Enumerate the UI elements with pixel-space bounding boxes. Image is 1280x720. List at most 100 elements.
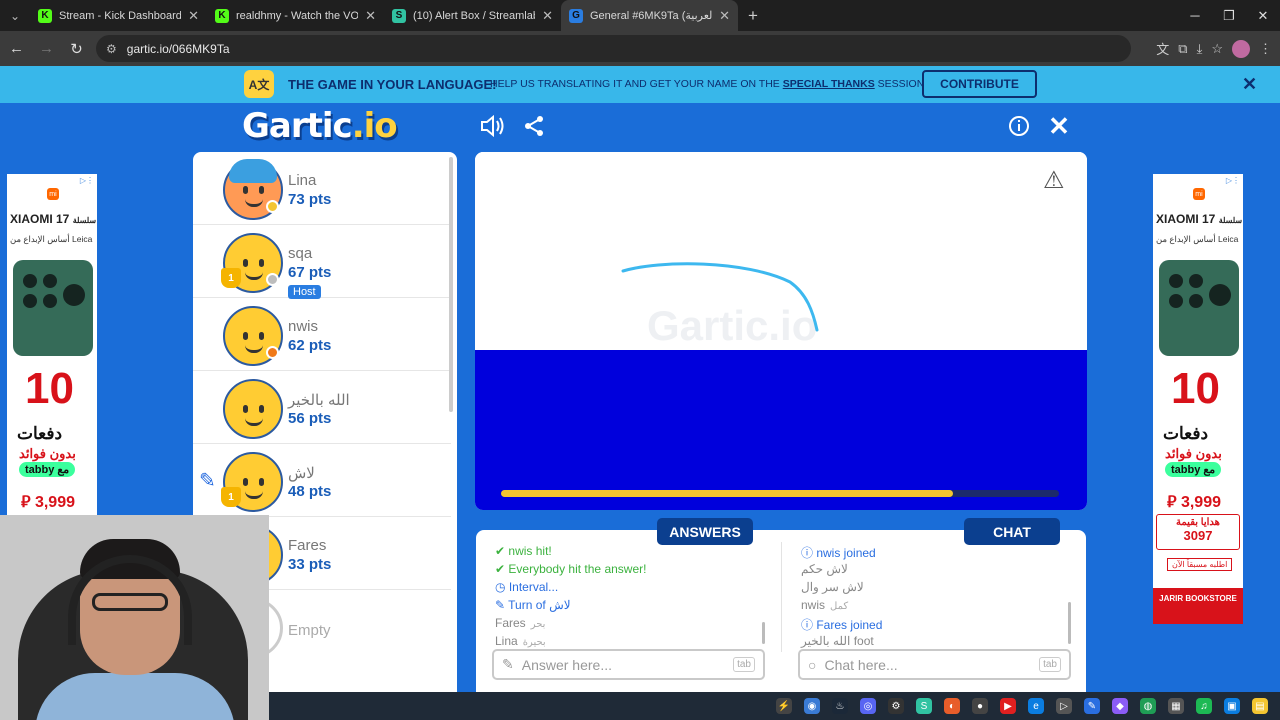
banner-text: HELP US TRANSLATING IT AND GET YOUR NAME…	[490, 78, 925, 90]
restore-icon[interactable]: ❐	[1212, 0, 1246, 31]
bookmark-star-icon[interactable]: ☆	[1211, 41, 1223, 57]
player-name: لاش	[288, 465, 315, 482]
window-controls: ─ ❐ ✕	[1178, 0, 1280, 31]
player-name: Lina	[288, 172, 317, 189]
taskbar-app-icon[interactable]: ⚡	[776, 698, 792, 714]
tab-close-icon[interactable]: ✕	[188, 8, 199, 24]
kick-icon: K	[38, 8, 52, 23]
message-extra: بحيرة	[522, 637, 546, 648]
contribute-button[interactable]: CONTRIBUTE	[922, 70, 1037, 98]
answers-message: ◷ Interval...	[495, 580, 558, 594]
player-row[interactable]: الله بالخير 56 pts	[193, 371, 451, 444]
taskbar-app-icon[interactable]: ✎	[1084, 698, 1100, 714]
media-player-icon[interactable]: ▷	[1056, 698, 1072, 714]
tab-close-icon[interactable]: ✕	[542, 8, 553, 24]
download-icon[interactable]: ⤓	[1197, 41, 1203, 57]
site-info-icon[interactable]: ⚙	[106, 42, 117, 56]
tab-close-icon[interactable]: ✕	[365, 8, 376, 24]
browser-tab[interactable]: G General #6MK9Ta (العربية) - Gartic.io ✕	[561, 0, 738, 31]
browser-tab-strip: ⌄ K Stream - Kick Dashboard ✕ Krealdhmy - W…	[0, 0, 1280, 31]
message-extra: بحر	[530, 619, 546, 630]
reload-icon[interactable]: ↻	[63, 40, 90, 58]
answers-scrollbar[interactable]	[762, 622, 765, 644]
player-points: 48 pts	[288, 483, 332, 500]
pencil-icon: ✎	[502, 656, 514, 672]
player-row[interactable]: nwis 62 pts	[193, 298, 451, 371]
chat-scrollbar[interactable]	[1068, 602, 1071, 644]
exit-game-icon[interactable]: ✕	[1045, 111, 1073, 141]
ad-choices-icon[interactable]: ▷⋮	[1226, 176, 1240, 185]
player-points: 73 pts	[288, 191, 332, 208]
round-timer-bar	[501, 490, 1059, 497]
player-points: 33 pts	[288, 556, 332, 573]
check-icon: ✔	[495, 562, 509, 576]
browser-tab[interactable]: Krealdhmy - Watch the VOD on Kick ✕	[207, 0, 384, 31]
cast-icon[interactable]: ⧉	[1178, 41, 1187, 57]
file-explorer-icon[interactable]: ▤	[1252, 698, 1268, 714]
avatar-eye	[243, 186, 248, 194]
ad-price: ⃁ 3,999	[21, 494, 75, 511]
ad-no-interest: بدون فوائد	[1165, 446, 1222, 461]
settings-icon[interactable]: ⚙	[888, 698, 904, 714]
edge-icon[interactable]: e	[1028, 698, 1044, 714]
player-points: 62 pts	[288, 337, 332, 354]
minimize-icon[interactable]: ─	[1178, 0, 1212, 31]
chat-input[interactable]	[824, 656, 1032, 673]
chrome-icon[interactable]: ◍	[1140, 698, 1156, 714]
taskbar-app-icon[interactable]: ◆	[1112, 698, 1128, 714]
ad-installments-number: 10	[25, 364, 74, 413]
discord-icon[interactable]: ◎	[860, 698, 876, 714]
tab-search-icon[interactable]: ⌄	[0, 0, 30, 31]
message-text: Everybody hit the answer!	[508, 562, 647, 576]
taskbar-app-icon[interactable]: ◉	[804, 698, 820, 714]
share-icon[interactable]	[520, 113, 548, 139]
taskbar-app-icon[interactable]: ◐	[944, 698, 960, 714]
avatar-eye	[259, 186, 264, 194]
steam-icon[interactable]: ♨	[832, 698, 848, 714]
streamer-shirt	[35, 673, 235, 720]
new-tab-button[interactable]: +	[748, 6, 758, 26]
back-icon[interactable]: ←	[3, 40, 30, 57]
info-icon[interactable]	[1005, 113, 1033, 139]
browser-tab[interactable]: K Stream - Kick Dashboard ✕	[30, 0, 207, 31]
obs-icon[interactable]: ●	[972, 698, 988, 714]
chat-message: ⓘ Fares joined	[801, 616, 882, 633]
translate-icon[interactable]: 文	[1156, 39, 1169, 58]
player-row[interactable]: 1 ✎ لاش 48 pts	[193, 444, 451, 517]
report-warning-icon[interactable]: ⚠	[1043, 166, 1065, 195]
browser-tab[interactable]: S (10) Alert Box / Streamlabs ✕	[384, 0, 561, 31]
menu-kebab-icon[interactable]: ⋮	[1259, 41, 1272, 57]
profile-avatar[interactable]	[1232, 39, 1250, 58]
info-icon: ⓘ	[801, 618, 817, 632]
players-scrollbar[interactable]	[449, 157, 453, 412]
special-thanks-link[interactable]: SPECIAL THANKS	[783, 78, 875, 90]
youtube-icon[interactable]: ▶	[1000, 698, 1016, 714]
ad-brand: XIAOMI 17 سلسلة	[1156, 212, 1243, 226]
drawing-canvas[interactable]: Gartic.io ⚠	[475, 152, 1087, 510]
streamlabs-icon[interactable]: S	[916, 698, 932, 714]
message-text: لاش سر وال	[801, 580, 864, 594]
address-bar[interactable]: ⚙ gartic.io/066MK9Ta	[96, 35, 1131, 62]
ad-choices-icon[interactable]: ▷⋮	[80, 176, 94, 185]
taskbar-app-icon[interactable]: ▣	[1224, 698, 1240, 714]
tab-close-icon[interactable]: ✕	[719, 8, 730, 24]
status-dot	[266, 346, 279, 359]
preorder-button[interactable]: اطلبه مسبقاً الآن	[1167, 558, 1233, 571]
avatar-eye	[259, 259, 264, 267]
player-row[interactable]: 1 sqa 67 pts Host	[193, 225, 451, 299]
player-name: الله بالخير	[288, 392, 350, 409]
taskbar-app-icon[interactable]: ▦	[1168, 698, 1184, 714]
message-text: Interval...	[508, 580, 559, 594]
spotify-icon[interactable]: ♫	[1196, 698, 1212, 714]
clock-icon: ◷	[495, 580, 509, 594]
window-close-icon[interactable]: ✕	[1246, 0, 1280, 31]
player-row[interactable]: Lina 73 pts	[193, 152, 451, 225]
avatar-eye	[243, 259, 248, 267]
banner-close-icon[interactable]: ✕	[1242, 74, 1257, 95]
answer-input[interactable]	[521, 656, 726, 673]
sound-icon[interactable]	[479, 113, 507, 139]
forward-icon[interactable]: →	[33, 40, 60, 57]
browser-toolbar: ← → ↻ ⚙ gartic.io/066MK9Ta 文 ⧉ ⤓ ☆ ⋮	[0, 31, 1280, 66]
ad-banner-right[interactable]: ▷⋮ mi XIAOMI 17 سلسلة أساس الإبداع من Leica…	[1153, 174, 1243, 624]
ad-subtitle: أساس الإبداع من Leica	[10, 234, 93, 244]
